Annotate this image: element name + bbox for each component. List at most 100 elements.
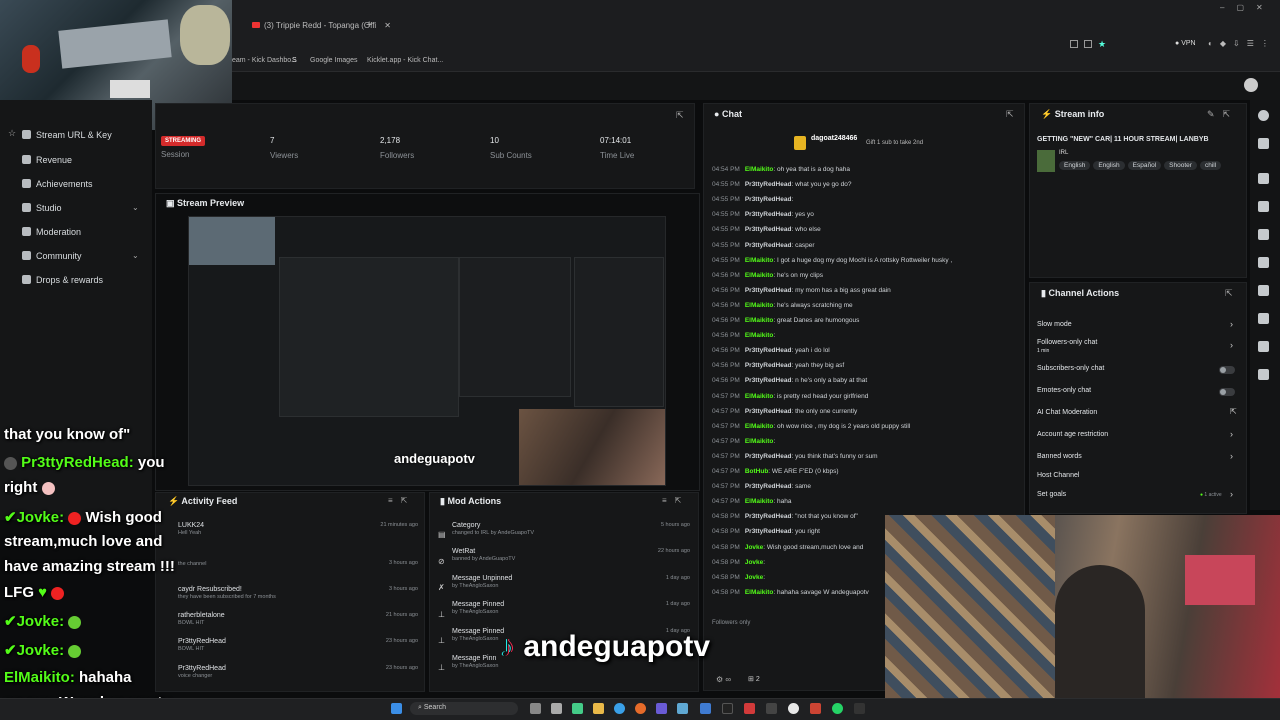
chat-message[interactable]: 04:55 PM Pr3ttyRedHead: who else — [712, 226, 821, 233]
extension-icons[interactable]: ◐◆⇩☰⋮ — [1208, 39, 1276, 48]
chevron-down-icon[interactable]: ⌄ — [132, 251, 139, 260]
mod-filter-icons[interactable]: ≡⇱ — [662, 496, 689, 505]
external-link-icon[interactable]: ⇱ — [1230, 407, 1237, 416]
obs-icon[interactable] — [722, 703, 733, 714]
info-icon[interactable] — [1258, 110, 1269, 121]
bookmark-kicklet[interactable]: Kicklet.app - Kick Chat... — [367, 57, 443, 64]
app-icon[interactable] — [810, 703, 821, 714]
window-icon[interactable] — [1084, 40, 1092, 48]
emotes-only-item[interactable]: Emotes-only chat — [1037, 387, 1091, 394]
star-icon[interactable]: ☆ — [8, 128, 16, 139]
trash-icon[interactable] — [1258, 229, 1269, 240]
host-channel-item[interactable]: Host Channel — [1037, 472, 1079, 479]
chat-username[interactable]: Pr3ttyRedHead — [745, 528, 792, 535]
sidebar-item-drops[interactable]: Drops & rewards — [22, 275, 103, 285]
chat-message[interactable]: 04:56 PM ElMaikito: he's always scratchin… — [712, 302, 853, 309]
chat-username[interactable]: ElMaikito — [745, 302, 774, 309]
slow-mode-item[interactable]: Slow mode — [1037, 321, 1072, 328]
chat-username[interactable]: ElMaikito — [745, 498, 774, 505]
chat-username[interactable]: ElMaikito — [745, 317, 774, 324]
tag[interactable]: Shooter — [1164, 161, 1197, 170]
chat-username[interactable]: Pr3ttyRedHead — [745, 242, 792, 249]
chat-message[interactable]: 04:56 PM Pr3ttyRedHead: my mom has a big … — [712, 287, 891, 294]
popout-icon[interactable]: ⇱ — [1225, 288, 1233, 299]
bookmark-kick-dashboard[interactable]: eam - Kick Dashbo... — [232, 57, 297, 64]
chat-message[interactable]: 04:57 PM Pr3ttyRedHead: you think that's … — [712, 453, 878, 460]
chat-username[interactable]: ElMaikito — [745, 272, 774, 279]
ai-moderation-item[interactable]: AI Chat Moderation — [1037, 409, 1097, 416]
sidebar-item-community[interactable]: Community — [22, 251, 82, 261]
bookmark-s-icon[interactable]: S — [292, 57, 297, 64]
chat-message[interactable]: 04:58 PM Jovke: Wish good stream,much lov… — [712, 544, 863, 551]
chat-message[interactable]: 04:54 PM ElMaikito: oh yea that is a dog … — [712, 166, 850, 173]
chat-message[interactable]: 04:57 PM ElMaikito: haha — [712, 498, 791, 505]
chat-username[interactable]: ElMaikito — [745, 423, 774, 430]
chat-username[interactable]: BotHub — [745, 468, 768, 475]
chat-username[interactable]: Jovke — [745, 559, 763, 566]
chat-message[interactable]: 04:58 PM ElMaikito: hahaha savage W andeg… — [712, 589, 869, 596]
chevron-right-icon[interactable]: › — [1230, 451, 1233, 461]
tag[interactable]: Español — [1127, 161, 1162, 170]
tag[interactable]: English — [1093, 161, 1125, 170]
chat-message[interactable]: 04:56 PM ElMaikito: great Danes are humon… — [712, 317, 859, 324]
chat-username[interactable]: Pr3ttyRedHead — [745, 453, 792, 460]
avatar[interactable] — [1244, 78, 1258, 92]
chat-username[interactable]: ElMaikito — [745, 438, 774, 445]
pen-icon[interactable] — [1258, 138, 1269, 149]
chat-message[interactable]: 04:58 PM Jovke: — [712, 559, 765, 566]
popout-icon[interactable]: ⇱ — [676, 110, 684, 121]
activity-filter-icons[interactable]: ≡⇱ — [388, 496, 415, 505]
chat-message[interactable]: 04:57 PM ElMaikito: — [712, 438, 775, 445]
chat-username[interactable]: Pr3ttyRedHead — [745, 211, 792, 218]
chat-username[interactable]: Pr3ttyRedHead — [745, 377, 792, 384]
folder-icon[interactable] — [593, 703, 604, 714]
wrench-icon[interactable] — [1258, 341, 1269, 352]
panel-icon[interactable] — [1258, 285, 1269, 296]
app-icon[interactable] — [572, 703, 583, 714]
subscribers-only-toggle[interactable] — [1219, 366, 1235, 374]
vpn-badge[interactable]: ● VPN — [1175, 40, 1196, 47]
chevron-right-icon[interactable]: › — [1230, 429, 1233, 439]
firefox-icon[interactable] — [635, 703, 646, 714]
bookmark-google-images[interactable]: Google Images — [310, 57, 357, 64]
list-icon[interactable] — [1258, 313, 1269, 324]
share-icon[interactable] — [1258, 369, 1269, 380]
chevron-right-icon[interactable]: › — [1230, 319, 1233, 329]
chat-username[interactable]: ElMaikito — [745, 166, 774, 173]
chat-message[interactable]: 04:55 PM Pr3ttyRedHead: — [712, 196, 793, 203]
chat-username[interactable]: Pr3ttyRedHead — [745, 226, 792, 233]
chat-message[interactable]: 04:57 PM Pr3ttyRedHead: same — [712, 483, 811, 490]
chat-username[interactable]: Pr3ttyRedHead — [745, 483, 792, 490]
sidebar-item-achievements[interactable]: Achievements — [22, 179, 93, 189]
chat-message[interactable]: 04:57 PM ElMaikito: is pretty red head yo… — [712, 393, 868, 400]
sidebar-item-moderation[interactable]: Moderation — [22, 227, 81, 237]
chat-username[interactable]: ElMaikito — [745, 257, 774, 264]
set-goals-item[interactable]: Set goals — [1037, 491, 1066, 498]
discord-icon[interactable] — [656, 703, 667, 714]
chat-username[interactable]: ElMaikito — [745, 332, 774, 339]
chevron-down-icon[interactable]: ⌄ — [132, 203, 139, 212]
chat-message[interactable]: 04:56 PM Pr3ttyRedHead: n he's only a bab… — [712, 377, 867, 384]
grid-icon[interactable] — [1258, 173, 1269, 184]
chrome-icon[interactable] — [788, 703, 799, 714]
chat-message[interactable]: 04:56 PM Pr3ttyRedHead: yeah they big asf — [712, 362, 844, 369]
adobe-icon[interactable] — [744, 703, 755, 714]
emotes-only-toggle[interactable] — [1219, 388, 1235, 396]
chat-message[interactable]: 04:57 PM BotHub: WE ARE F'ED (0 kbps) — [712, 468, 839, 475]
screenshot-icon[interactable] — [1070, 40, 1078, 48]
chat-username[interactable]: Pr3ttyRedHead — [745, 196, 792, 203]
tag[interactable]: English — [1059, 161, 1091, 170]
chat-message[interactable]: 04:55 PM Pr3ttyRedHead: casper — [712, 242, 815, 249]
chat-username[interactable]: Pr3ttyRedHead — [745, 362, 792, 369]
sidebar-item-revenue[interactable]: Revenue — [22, 155, 72, 165]
pinned-user[interactable]: dagoat248466 — [811, 135, 857, 142]
chat-message[interactable]: 04:55 PM Pr3ttyRedHead: yes yo — [712, 211, 814, 218]
account-age-item[interactable]: Account age restriction — [1037, 431, 1108, 438]
bolt-icon[interactable] — [1258, 201, 1269, 212]
app-icon[interactable] — [766, 703, 777, 714]
chat-username[interactable]: Pr3ttyRedHead — [745, 408, 792, 415]
app-icon[interactable] — [700, 703, 711, 714]
widgets-icon[interactable] — [551, 703, 562, 714]
new-tab-button[interactable]: + — [366, 16, 372, 34]
star-icon[interactable]: ★ — [1098, 40, 1106, 49]
